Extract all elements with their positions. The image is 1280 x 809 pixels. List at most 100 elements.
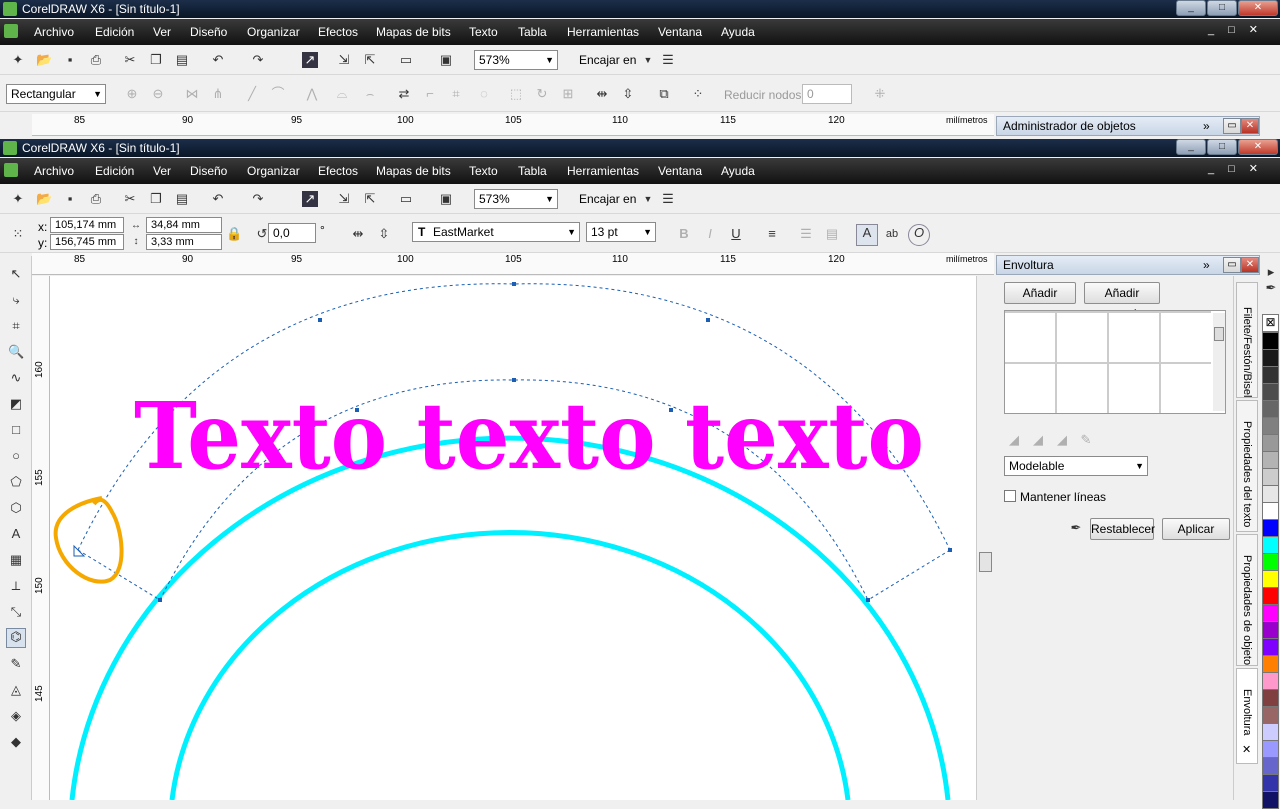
import-icon[interactable]: ⇲ (336, 191, 352, 207)
zoom-combo[interactable]: 573% ▼ (474, 189, 558, 209)
minimize-button[interactable]: _ (1176, 0, 1206, 16)
color-swatch[interactable] (1262, 638, 1279, 656)
extend-curve-icon[interactable]: ⌐ (422, 86, 438, 102)
cusp-node-icon[interactable]: ⋀ (304, 86, 320, 102)
print-icon[interactable]: ⎙ (88, 191, 104, 207)
color-swatch[interactable] (1262, 451, 1279, 469)
color-swatch[interactable] (1262, 519, 1279, 537)
menu-tabla[interactable]: Tabla (518, 164, 547, 178)
color-swatch[interactable] (1262, 672, 1279, 690)
menu-edicion[interactable]: Edición (95, 25, 134, 39)
keep-lines-checkbox[interactable] (1004, 490, 1016, 502)
object-origin-icon[interactable]: ⁙ (10, 226, 26, 242)
smart-fill-icon[interactable]: ◩ (8, 396, 24, 412)
minimize-docker-button[interactable]: ▭ (1223, 118, 1241, 134)
color-swatch[interactable] (1262, 434, 1279, 452)
menu-texto[interactable]: Texto (469, 25, 498, 39)
close-docker-button[interactable]: ✕ (1241, 118, 1259, 134)
menu-herramientas[interactable]: Herramientas (567, 164, 639, 178)
reduce-nodes-input[interactable]: 0 (802, 84, 852, 104)
tab-text-properties[interactable]: Propiedades del texto (1236, 400, 1258, 532)
menu-organizar[interactable]: Organizar (247, 25, 300, 39)
close-curve-icon[interactable]: ◌ (476, 86, 492, 102)
color-swatch[interactable] (1262, 332, 1279, 350)
text-align-icon[interactable]: ≡ (764, 226, 780, 242)
expand-icon[interactable]: » (1203, 256, 1210, 274)
close-tab-icon[interactable]: ✕ (1242, 743, 1251, 756)
menu-organizar[interactable]: Organizar (247, 164, 300, 178)
interactive-fill-icon[interactable]: ◆ (8, 734, 24, 750)
full-screen-icon[interactable]: ▣ (438, 191, 454, 207)
color-swatch[interactable] (1262, 791, 1279, 809)
new-icon[interactable]: ✦ (10, 191, 26, 207)
color-swatch[interactable] (1262, 553, 1279, 571)
color-swatch[interactable] (1262, 468, 1279, 486)
menu-mapas-de-bits[interactable]: Mapas de bits (376, 164, 451, 178)
color-swatch[interactable] (1262, 587, 1279, 605)
ellipse-tool-icon[interactable]: ○ (8, 448, 24, 464)
outline-tool-icon[interactable]: ◬ (8, 682, 24, 698)
interactive-oblique-icon[interactable]: O (908, 224, 930, 246)
maximize-button[interactable]: □ (1207, 0, 1237, 16)
close-button[interactable]: ✕ (1238, 139, 1278, 155)
smooth-node-icon[interactable]: ⌓ (334, 86, 350, 102)
menu-ventana[interactable]: Ventana (658, 25, 702, 39)
menu-archivo[interactable]: Archivo (34, 164, 74, 178)
add-preset-button[interactable]: Añadir preest. (1084, 282, 1160, 320)
options-icon[interactable]: ☰ (660, 191, 676, 207)
close-button[interactable]: ✕ (1238, 0, 1278, 16)
redo-icon[interactable]: ↷ (250, 52, 266, 68)
tab-fillet-scallop-chamfer[interactable]: Filete/Festón/Bisel (1236, 282, 1258, 398)
align-nodes-icon[interactable]: ⊞ (560, 86, 576, 102)
crop-tool-icon[interactable]: ⌗ (8, 318, 24, 334)
straight-line-mode-icon[interactable]: ◢ (1006, 432, 1022, 448)
no-color-swatch[interactable]: ⊠ (1262, 314, 1279, 332)
zoom-combo[interactable]: 573% ▼ (474, 50, 558, 70)
maximize-button[interactable]: □ (1207, 139, 1237, 155)
rectangle-tool-icon[interactable]: □ (8, 422, 24, 438)
doc-window-controls[interactable]: _□✕ (1208, 162, 1272, 175)
select-all-nodes-icon[interactable]: ⁘ (690, 86, 706, 102)
menu-archivo[interactable]: Archivo (34, 25, 74, 39)
color-swatch[interactable] (1262, 536, 1279, 554)
lock-ratio-icon[interactable]: 🔒 (226, 226, 242, 242)
add-new-button[interactable]: Añadir nueva (1004, 282, 1076, 320)
redo-icon[interactable]: ↷ (250, 191, 266, 207)
font-list-combo[interactable]: T EastMarket ▼ (412, 222, 580, 242)
selection-mode-combo[interactable]: Rectangular ▼ (6, 84, 106, 104)
cut-icon[interactable]: ✂ (122, 52, 138, 68)
rotation-input[interactable]: 0,0 (268, 223, 316, 243)
to-curve-icon[interactable]: ⌒ (270, 86, 286, 102)
chevron-down-icon[interactable]: ▼ (640, 52, 656, 68)
copy-icon[interactable]: ❐ (148, 52, 164, 68)
font-size-combo[interactable]: 13 pt ▼ (586, 222, 656, 242)
bullet-list-icon[interactable]: ☰ (798, 226, 814, 242)
fill-tool-icon[interactable]: ◈ (8, 708, 24, 724)
width-input[interactable]: 34,84 mm (146, 217, 222, 233)
drop-cap-icon[interactable]: ▤ (824, 226, 840, 242)
paste-icon[interactable]: ▤ (174, 52, 190, 68)
scroll-up-icon[interactable]: ▸ (1263, 264, 1279, 280)
y-position-input[interactable]: 156,745 mm (50, 234, 124, 250)
launcher-icon[interactable]: ↗ (302, 191, 318, 207)
cut-icon[interactable]: ✂ (122, 191, 138, 207)
mirror-horizontal-icon[interactable]: ⇹ (350, 226, 366, 242)
connector-tool-icon[interactable]: ⤡ (8, 604, 24, 620)
color-swatch[interactable] (1262, 485, 1279, 503)
mirror-vertical-icon[interactable]: ⇳ (376, 226, 392, 242)
elastic-mode-icon[interactable]: ⧉ (656, 86, 672, 102)
minimize-button[interactable]: _ (1176, 139, 1206, 155)
basic-shapes-icon[interactable]: ⬡ (8, 500, 24, 516)
open-icon[interactable]: 📂 (36, 191, 52, 207)
mirror-vertical-icon[interactable]: ⇳ (620, 86, 636, 102)
edit-text-icon[interactable]: ab (884, 226, 900, 242)
minimize-docker-button[interactable]: ▭ (1223, 257, 1241, 273)
paste-icon[interactable]: ▤ (174, 191, 190, 207)
text-tool-icon[interactable]: A (8, 526, 24, 542)
color-swatch[interactable] (1262, 417, 1279, 435)
menu-ver[interactable]: Ver (153, 25, 171, 39)
options-icon[interactable]: ☰ (660, 52, 676, 68)
freehand-tool-icon[interactable]: ∿ (8, 370, 24, 386)
underline-icon[interactable]: U (728, 226, 744, 242)
zoom-tool-icon[interactable]: 🔍 (8, 344, 24, 360)
